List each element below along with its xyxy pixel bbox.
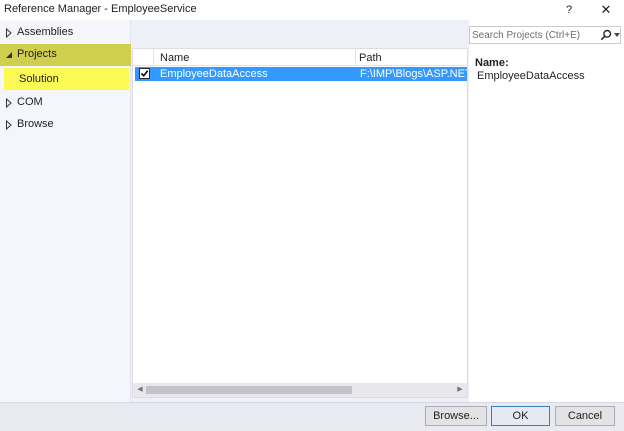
ok-button[interactable]: OK bbox=[491, 406, 550, 426]
tree-item-label: Solution bbox=[19, 73, 59, 85]
title-bar: Reference Manager - EmployeeService ? ✕ bbox=[0, 0, 624, 20]
scroll-thumb[interactable] bbox=[146, 386, 352, 394]
expand-arrow-icon[interactable] bbox=[5, 98, 13, 108]
column-separator[interactable] bbox=[355, 49, 356, 66]
horizontal-scrollbar[interactable]: ◀ ▶ bbox=[133, 383, 467, 397]
expand-arrow-icon[interactable] bbox=[5, 28, 13, 38]
reference-list: Name Path EmployeeDataAccess F:\IMP\Blog… bbox=[132, 48, 468, 398]
collapse-arrow-icon[interactable] bbox=[5, 50, 13, 60]
column-header-name[interactable]: Name bbox=[160, 52, 189, 64]
scroll-left-icon[interactable]: ◀ bbox=[135, 385, 145, 395]
scroll-right-icon[interactable]: ▶ bbox=[455, 385, 465, 395]
help-button[interactable]: ? bbox=[562, 2, 576, 18]
row-name-cell: EmployeeDataAccess bbox=[160, 68, 268, 80]
list-header: Name Path bbox=[133, 49, 467, 66]
table-row[interactable]: EmployeeDataAccess F:\IMP\Blogs\ASP.NET … bbox=[135, 67, 467, 81]
tree-item-com[interactable]: COM bbox=[0, 92, 131, 114]
tree-item-label: Assemblies bbox=[17, 26, 74, 38]
search-input[interactable] bbox=[472, 28, 594, 42]
tree-item-label: COM bbox=[17, 96, 43, 108]
search-options-dropdown-icon[interactable] bbox=[614, 33, 620, 37]
row-path-cell: F:\IMP\Blogs\ASP.NET We bbox=[360, 68, 467, 80]
browse-button[interactable]: Browse... bbox=[425, 406, 487, 426]
tree-item-browse[interactable]: Browse bbox=[0, 114, 131, 136]
search-icon[interactable] bbox=[600, 29, 612, 41]
tree-item-assemblies[interactable]: Assemblies bbox=[0, 22, 131, 44]
tree-item-projects[interactable]: Projects bbox=[0, 44, 131, 66]
details-name-label: Name: bbox=[475, 57, 509, 69]
tree-item-label: Browse bbox=[17, 118, 54, 130]
tree-item-solution[interactable]: Solution bbox=[4, 68, 129, 90]
search-box[interactable] bbox=[469, 26, 621, 44]
checkmark-icon bbox=[140, 70, 149, 77]
expand-arrow-icon[interactable] bbox=[5, 120, 13, 130]
window-title: Reference Manager - EmployeeService bbox=[4, 3, 197, 15]
details-name-value: EmployeeDataAccess bbox=[477, 70, 585, 82]
column-separator[interactable] bbox=[153, 49, 154, 66]
cancel-button[interactable]: Cancel bbox=[555, 406, 615, 426]
column-header-path[interactable]: Path bbox=[359, 52, 382, 64]
tree-item-label: Projects bbox=[17, 48, 57, 60]
row-checkbox[interactable] bbox=[139, 68, 150, 79]
close-button[interactable]: ✕ bbox=[598, 2, 614, 18]
